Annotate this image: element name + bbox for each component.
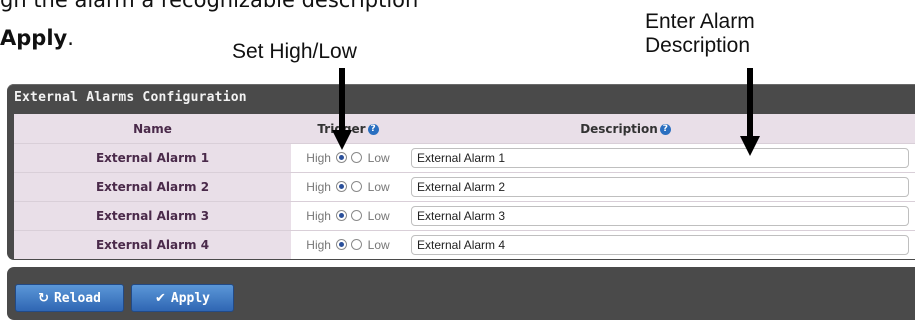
apply-button-label: Apply	[170, 290, 211, 306]
callout-set-high-low: Set High/Low	[232, 40, 357, 63]
trigger-low-radio[interactable]	[351, 210, 363, 221]
trigger-high-radio[interactable]	[336, 181, 348, 192]
trigger-low-label: Low	[367, 209, 390, 223]
callout-enter-description: Enter Alarm Description	[645, 10, 755, 58]
description-cell	[405, 143, 915, 173]
checkmark-icon: ✔	[154, 290, 166, 306]
callout-enter-description-line2: Description	[645, 34, 751, 57]
table-row: External Alarm 3 High Low	[14, 201, 915, 231]
callout-arrow-trigger	[332, 68, 352, 150]
trigger-radio-group: High Low	[291, 201, 405, 231]
alarms-table: Name Trigger? Description? External Alar…	[14, 114, 915, 259]
trigger-radio-group: High Low	[291, 230, 405, 259]
trigger-high-radio[interactable]	[336, 239, 348, 250]
table-row: External Alarm 2 High Low	[14, 172, 915, 202]
refresh-icon: ↻	[38, 290, 49, 306]
panel-title: External Alarms Configuration	[14, 90, 247, 105]
trigger-high-radio[interactable]	[336, 152, 348, 163]
reload-button-label: Reload	[53, 290, 101, 306]
trigger-low-label: Low	[367, 180, 390, 194]
alarm-name: External Alarm 1	[14, 143, 291, 173]
apply-button[interactable]: ✔ Apply	[131, 284, 234, 312]
description-input[interactable]	[411, 206, 909, 226]
column-header-description-label: Description	[580, 121, 658, 136]
callout-enter-description-line1: Enter Alarm	[645, 10, 755, 33]
instruction-suffix: .	[67, 26, 74, 50]
description-input[interactable]	[411, 177, 909, 197]
reload-button[interactable]: ↻ Reload	[15, 284, 124, 312]
table-header-row: Name Trigger? Description?	[14, 114, 915, 144]
description-input[interactable]	[411, 235, 909, 255]
alarm-name: External Alarm 2	[14, 172, 291, 202]
alarm-name: External Alarm 4	[14, 230, 291, 259]
trigger-low-label: Low	[367, 151, 390, 165]
description-input[interactable]	[411, 148, 909, 168]
description-cell	[405, 230, 915, 259]
table-row: External Alarm 4 High Low	[14, 230, 915, 259]
trigger-high-label: High	[306, 209, 331, 223]
trigger-high-label: High	[306, 151, 331, 165]
trigger-high-label: High	[306, 238, 331, 252]
alarm-name: External Alarm 3	[14, 201, 291, 231]
trigger-high-label: High	[306, 180, 331, 194]
question-circle-icon[interactable]: ?	[659, 123, 671, 135]
trigger-radio-group: High Low	[291, 172, 405, 202]
description-cell	[405, 172, 915, 202]
action-bar: ↻ Reload ✔ Apply	[7, 267, 915, 320]
column-header-description: Description?	[405, 114, 915, 144]
trigger-high-radio[interactable]	[336, 210, 348, 221]
trigger-low-radio[interactable]	[351, 239, 363, 250]
trigger-low-radio[interactable]	[351, 181, 363, 192]
callout-arrow-description	[740, 68, 760, 156]
trigger-low-radio[interactable]	[351, 152, 363, 163]
table-row: External Alarm 1 High Low	[14, 143, 915, 173]
instruction-apply-word: Apply	[0, 26, 68, 50]
column-header-name: Name	[14, 114, 291, 144]
instruction-line-2: Apply.	[0, 26, 74, 50]
instruction-line-1: gn the alarm a recognizable description	[0, 0, 419, 12]
trigger-low-label: Low	[367, 238, 390, 252]
question-circle-icon[interactable]: ?	[367, 123, 379, 135]
description-cell	[405, 201, 915, 231]
